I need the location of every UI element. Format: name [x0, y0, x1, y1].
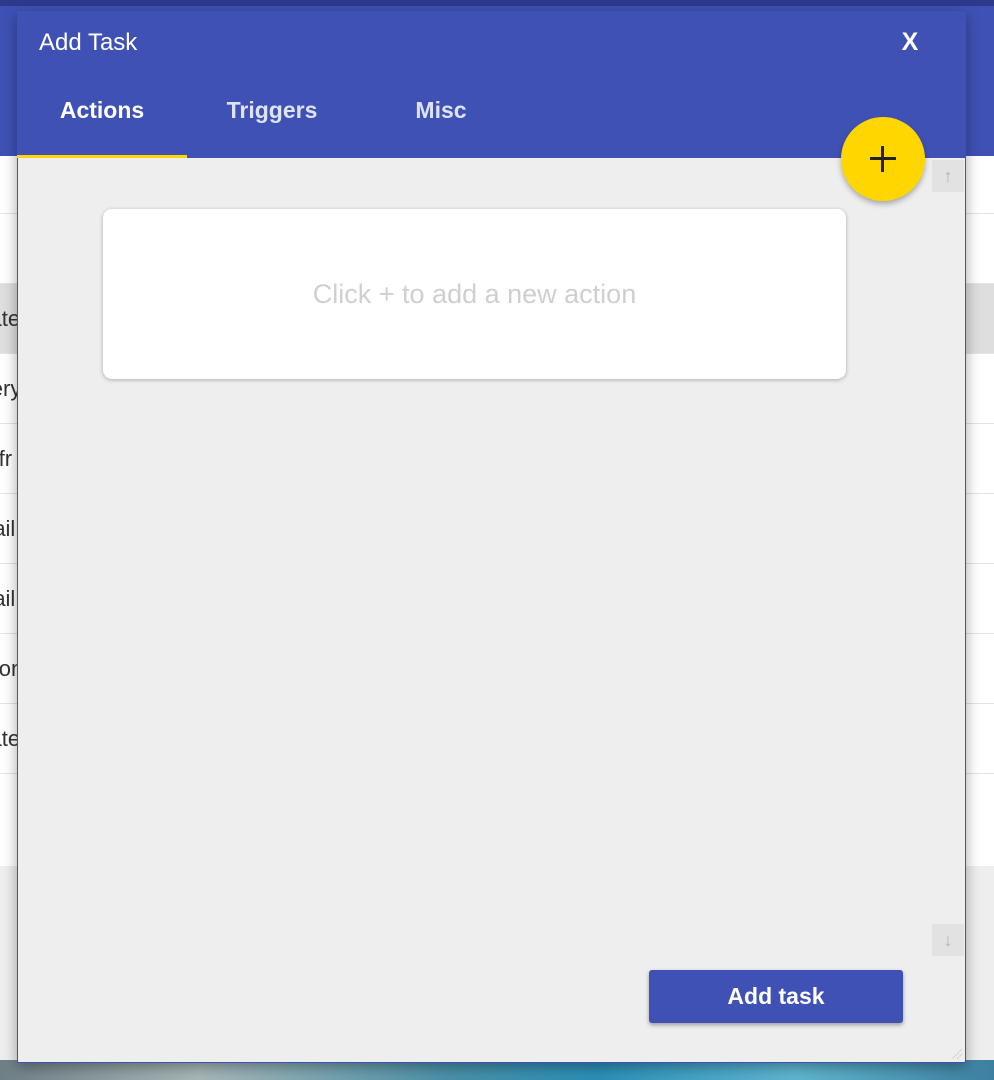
list-item-label: If fr — [0, 445, 13, 471]
plus-icon — [870, 146, 896, 172]
list-item-label: Mail — [0, 515, 16, 541]
empty-actions-hint: Click + to add a new action — [312, 279, 637, 309]
background-header-strip — [0, 0, 994, 6]
add-action-button[interactable] — [841, 117, 925, 201]
add-task-dialog: Add Task X Actions Triggers Misc ↑ Click… — [17, 11, 966, 1063]
desktop-wallpaper-strip — [0, 1060, 994, 1080]
dialog-header: Add Task X Actions Triggers Misc — [17, 11, 966, 158]
scroll-down-arrow-icon[interactable]: ↓ — [932, 924, 964, 956]
scroll-up-arrow-icon[interactable]: ↑ — [932, 160, 964, 192]
dialog-tabs: Actions Triggers Misc — [17, 81, 525, 158]
add-task-button[interactable]: Add task — [649, 970, 903, 1023]
dialog-title: Add Task — [39, 29, 138, 56]
tab-triggers[interactable]: Triggers — [187, 81, 357, 158]
tab-misc[interactable]: Misc — [357, 81, 525, 158]
list-item-label: Mail — [0, 585, 16, 611]
tab-actions[interactable]: Actions — [17, 81, 187, 158]
empty-actions-card: Click + to add a new action — [103, 209, 846, 379]
close-button[interactable]: X — [893, 25, 927, 59]
resize-grip-icon[interactable] — [947, 1044, 963, 1060]
